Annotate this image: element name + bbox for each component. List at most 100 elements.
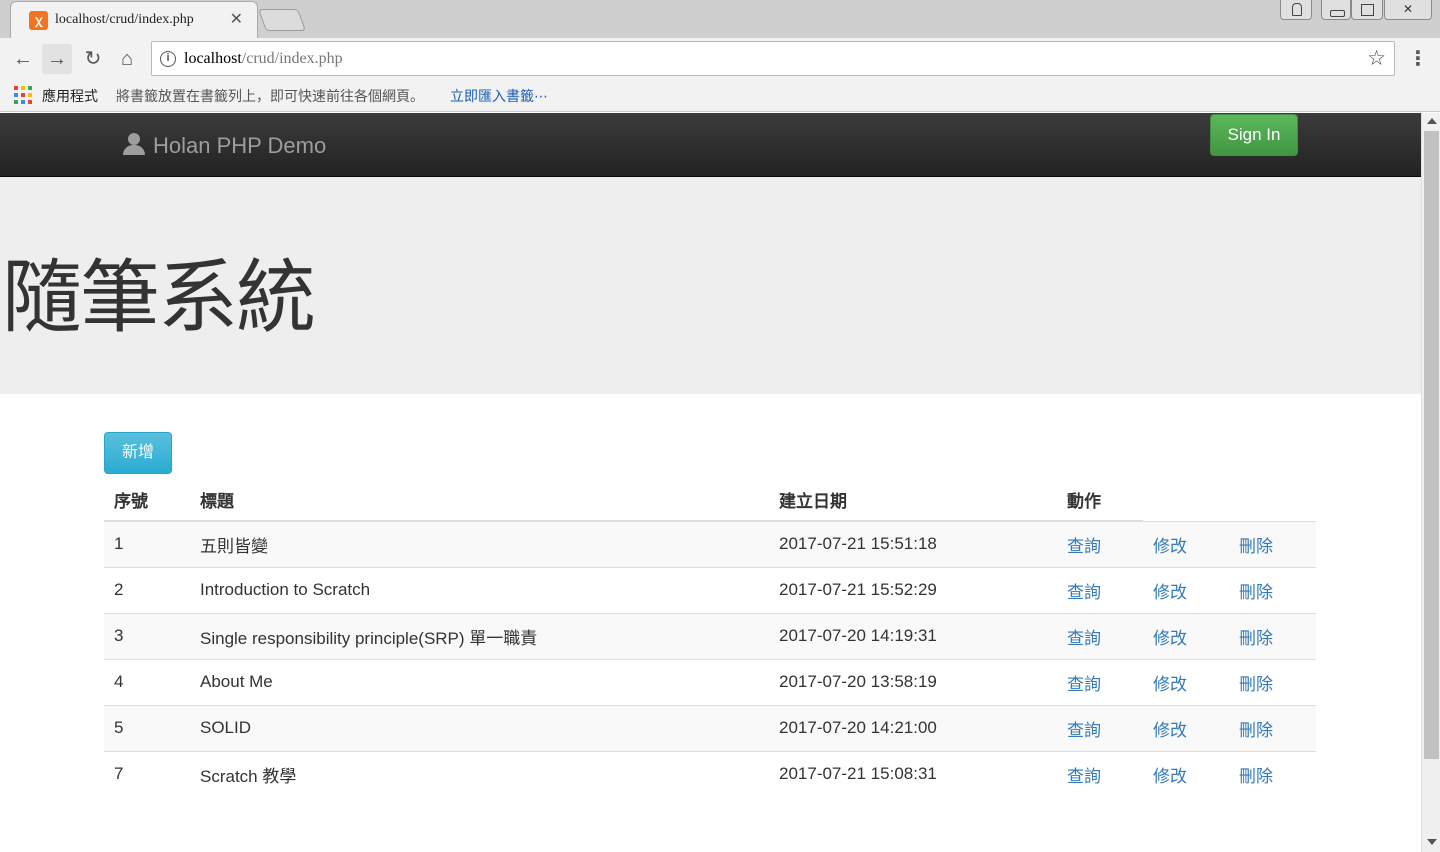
add-button[interactable]: 新增: [104, 432, 172, 474]
row-no: 4: [114, 672, 124, 691]
row-title-cell: Single responsibility principle(SRP) 單一職…: [190, 612, 769, 659]
apps-dot: [21, 86, 25, 90]
url-path: /crud/index.php: [241, 50, 343, 67]
delete-link[interactable]: 刪除: [1239, 767, 1273, 786]
info-icon[interactable]: i: [160, 51, 176, 67]
address-url[interactable]: localhost/crud/index.php: [184, 50, 343, 68]
edit-link-cell: 修改: [1143, 566, 1229, 613]
row-title: SOLID: [200, 718, 252, 737]
row-date: 2017-07-21 15:51:18: [779, 534, 937, 554]
header-no: 序號: [104, 478, 190, 522]
page-title: 隨筆系統: [2, 251, 316, 344]
apps-grid-icon[interactable]: [14, 86, 32, 104]
site-brand[interactable]: Holan PHP Demo: [153, 133, 326, 159]
site-navbar: Holan PHP Demo Sign In: [0, 113, 1421, 177]
delete-link-cell: 刪除: [1229, 750, 1316, 797]
edit-link-cell: 修改: [1143, 704, 1229, 751]
delete-link-cell: 刪除: [1229, 566, 1316, 613]
delete-link[interactable]: 刪除: [1239, 675, 1273, 694]
user-icon: [122, 133, 146, 155]
row-no-cell: 7: [104, 750, 190, 797]
row-title-cell: SOLID: [190, 704, 769, 751]
reload-icon[interactable]: ↻: [78, 44, 108, 74]
back-arrow-icon[interactable]: ←: [8, 44, 38, 74]
bookmarks-bar: 應用程式 將書籤放置在書籤列上，即可快速前往各個網頁。 立即匯入書籤⋯: [0, 80, 1440, 112]
row-date-cell: 2017-07-20 14:19:31: [769, 612, 1057, 659]
row-title-cell: 五則皆變: [190, 520, 769, 567]
window-close-icon[interactable]: ✕: [1384, 0, 1432, 20]
row-no-cell: 1: [104, 520, 190, 567]
browser-menu-icon[interactable]: ⋮: [1408, 48, 1428, 70]
edit-link-cell: 修改: [1143, 658, 1229, 705]
delete-link[interactable]: 刪除: [1239, 583, 1273, 602]
edit-link[interactable]: 修改: [1153, 675, 1187, 694]
table-row: 1 五則皆變 2017-07-21 15:51:18 查詢 修改 刪除: [104, 520, 1316, 567]
apps-dot: [14, 93, 18, 97]
url-host: localhost: [184, 50, 242, 67]
edit-link[interactable]: 修改: [1153, 537, 1187, 556]
edit-link-cell: 修改: [1143, 612, 1229, 659]
delete-link[interactable]: 刪除: [1239, 721, 1273, 740]
scrollbar-thumb[interactable]: [1424, 131, 1439, 759]
apps-dot: [28, 100, 32, 104]
view-link-cell: 查詢: [1057, 612, 1143, 659]
table-row: 3 Single responsibility principle(SRP) 單一…: [104, 612, 1316, 659]
page-scrollbar[interactable]: [1421, 113, 1440, 852]
row-date: 2017-07-20 14:21:00: [779, 718, 937, 737]
delete-link-cell: 刪除: [1229, 612, 1316, 659]
browser-toolbar: ← → ↻ ⌂ i localhost/crud/index.php ☆ ⋮: [0, 38, 1440, 80]
header-empty: [1143, 478, 1229, 521]
row-date-cell: 2017-07-20 13:58:19: [769, 658, 1057, 705]
delete-link[interactable]: 刪除: [1239, 629, 1273, 648]
view-link-cell: 查詢: [1057, 520, 1143, 567]
edit-link[interactable]: 修改: [1153, 629, 1187, 648]
xampp-icon: ꭓ: [29, 11, 48, 30]
tab-close-icon[interactable]: ✕: [230, 9, 243, 29]
row-date-cell: 2017-07-20 14:21:00: [769, 704, 1057, 751]
forward-arrow-icon[interactable]: →: [42, 44, 72, 74]
row-no: 1: [114, 534, 124, 554]
edit-link[interactable]: 修改: [1153, 721, 1187, 740]
sign-in-button[interactable]: Sign In: [1210, 114, 1298, 156]
import-bookmarks-link[interactable]: 立即匯入書籤⋯: [450, 86, 548, 106]
address-bar[interactable]: i localhost/crud/index.php ☆: [151, 41, 1395, 76]
scroll-up-arrow-icon[interactable]: [1427, 118, 1437, 124]
view-link-cell: 查詢: [1057, 566, 1143, 613]
apps-dot: [21, 100, 25, 104]
table-row: 7 Scratch 教學 2017-07-21 15:08:31 查詢 修改 刪除: [104, 750, 1316, 797]
home-icon[interactable]: ⌂: [112, 44, 142, 74]
edit-link[interactable]: 修改: [1153, 583, 1187, 602]
new-tab-button[interactable]: [257, 9, 307, 31]
row-date: 2017-07-21 15:52:29: [779, 580, 937, 599]
row-date-cell: 2017-07-21 15:51:18: [769, 520, 1057, 567]
table-row: 2 Introduction to Scratch 2017-07-21 15:52…: [104, 566, 1316, 613]
bookmarks-hint: 將書籤放置在書籤列上，即可快速前往各個網頁。: [116, 88, 424, 104]
row-no: 2: [114, 580, 124, 599]
row-title: Introduction to Scratch: [200, 580, 371, 599]
view-link[interactable]: 查詢: [1067, 767, 1101, 786]
row-title-cell: Scratch 教學: [190, 750, 769, 797]
browser-tab[interactable]: ꭓ localhost/crud/index.php ✕: [10, 1, 258, 38]
notes-table: 序號 標題 建立日期 動作 1 五則皆變 2017-07-21 15:51:18 查詢…: [104, 478, 1316, 797]
view-link[interactable]: 查詢: [1067, 629, 1101, 648]
view-link[interactable]: 查詢: [1067, 537, 1101, 556]
view-link[interactable]: 查詢: [1067, 583, 1101, 602]
delete-link-cell: 刪除: [1229, 704, 1316, 751]
profile-icon[interactable]: [1280, 0, 1312, 20]
apps-label[interactable]: 應用程式: [42, 86, 98, 106]
edit-link[interactable]: 修改: [1153, 767, 1187, 786]
apps-dot: [21, 93, 25, 97]
row-date: 2017-07-21 15:08:31: [779, 764, 937, 784]
scroll-down-arrow-icon[interactable]: [1427, 839, 1437, 845]
minimize-icon[interactable]: [1321, 0, 1351, 20]
restore-icon[interactable]: [1351, 0, 1383, 20]
bookmark-star-icon[interactable]: ☆: [1367, 46, 1386, 71]
view-link[interactable]: 查詢: [1067, 675, 1101, 694]
row-date: 2017-07-20 13:58:19: [779, 672, 937, 691]
delete-link[interactable]: 刪除: [1239, 537, 1273, 556]
view-link[interactable]: 查詢: [1067, 721, 1101, 740]
edit-link-cell: 修改: [1143, 750, 1229, 797]
view-link-cell: 查詢: [1057, 658, 1143, 705]
page-viewport: Holan PHP Demo Sign In 隨筆系統 新增 序號 標題 建立日…: [0, 113, 1421, 852]
header-title: 標題: [190, 478, 769, 522]
